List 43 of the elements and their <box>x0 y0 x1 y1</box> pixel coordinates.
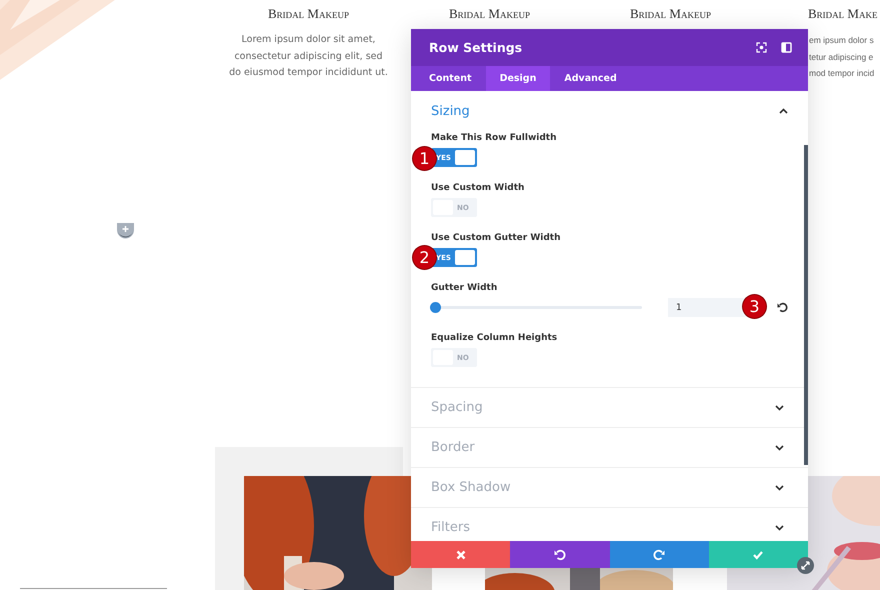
setting-label: Use Custom Gutter Width <box>431 233 561 244</box>
body-text: em ipsum dolor s <box>809 34 874 47</box>
body-text: mod tempor incid <box>809 67 874 80</box>
body-text: tetur adipiscing e <box>809 50 874 64</box>
redo-icon <box>653 548 666 560</box>
section-title[interactable]: Border <box>431 440 475 455</box>
annotation-marker: 1 <box>413 147 436 170</box>
save-button[interactable] <box>708 541 808 568</box>
column-heading: Bridal Makeup <box>629 6 712 22</box>
tab[interactable]: Content <box>415 66 486 91</box>
column-heading: Bridal Makeup <box>448 6 531 22</box>
scrollbar[interactable] <box>804 145 808 465</box>
chevron-down-icon[interactable] <box>775 524 784 530</box>
slider-thumb[interactable] <box>430 302 441 313</box>
undo-icon <box>554 548 566 560</box>
add-row-icon[interactable] <box>116 222 135 239</box>
modal-title: Row Settings <box>429 40 524 55</box>
check-icon <box>752 548 764 560</box>
sidebar-icon[interactable] <box>781 42 792 53</box>
setting-label: Gutter Width <box>431 283 498 294</box>
setting-label: Equalize Column Heights <box>431 333 558 344</box>
annotation-marker: 2 <box>413 246 436 269</box>
setting-label: Use Custom Width <box>431 183 524 194</box>
number-field[interactable]: 1 <box>668 298 748 317</box>
column-heading: Bridal Makeup <box>267 6 350 22</box>
chevron-down-icon[interactable] <box>775 444 784 450</box>
section-title[interactable]: Box Shadow <box>431 480 511 495</box>
section-title[interactable]: Spacing <box>431 400 483 415</box>
fullscreen-icon[interactable] <box>756 42 767 53</box>
close-icon <box>454 548 467 560</box>
chevron-up-icon[interactable] <box>779 108 788 114</box>
tab[interactable]: Advanced <box>550 66 631 91</box>
chevron-down-icon[interactable] <box>775 484 784 490</box>
resize-icon[interactable] <box>797 557 814 574</box>
section-title[interactable]: Filters <box>431 520 470 535</box>
section-title[interactable]: Sizing <box>431 104 470 118</box>
chevron-down-icon[interactable] <box>775 404 784 410</box>
reset-icon[interactable] <box>777 302 788 313</box>
column-heading: Bridal Make <box>807 6 878 22</box>
setting-label: Make This Row Fullwidth <box>431 133 557 144</box>
body-text: Lorem ipsum dolor sit amet, consectetur adipiscing elit, sed do eiusmod tempor incididunt ut. <box>228 33 388 80</box>
tab[interactable]: Design <box>486 66 550 91</box>
annotation-marker: 3 <box>743 295 766 318</box>
